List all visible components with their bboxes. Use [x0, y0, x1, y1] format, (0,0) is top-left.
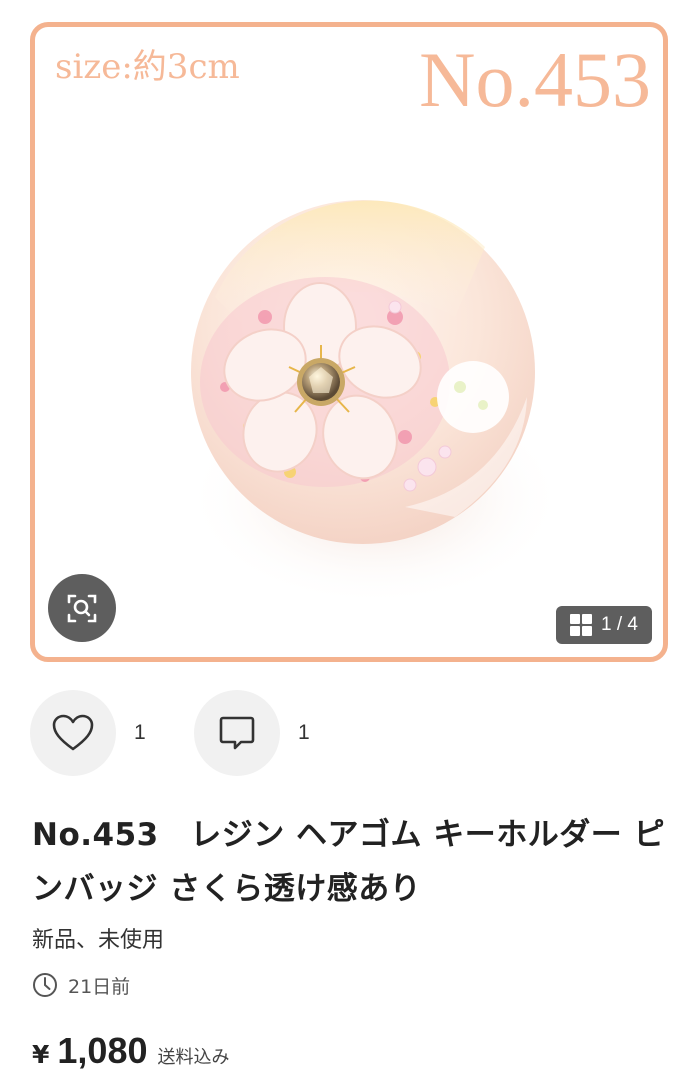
- comment-icon: [219, 716, 255, 750]
- price-value: 1,080: [57, 1030, 148, 1071]
- like-button[interactable]: [30, 690, 116, 776]
- zoom-scan-icon: [67, 594, 97, 623]
- product-title: No.453 レジン ヘアゴム キーホルダー ピンバッジ さくら透け感あり: [32, 817, 666, 907]
- comment-count: 1: [298, 721, 310, 744]
- zoom-button[interactable]: [48, 574, 116, 642]
- image-counter-badge[interactable]: 1 / 4: [556, 606, 652, 644]
- comment-button[interactable]: [194, 690, 280, 776]
- price-row: ¥ 1,080 送料込み: [32, 1030, 230, 1072]
- posted-time: 21日前: [32, 970, 130, 1000]
- engagement-actions: 1 1: [30, 690, 322, 776]
- size-label: size:約3cm: [55, 47, 240, 87]
- currency-symbol: ¥: [32, 1040, 50, 1069]
- heart-icon: [52, 714, 94, 751]
- product-image-area: size:約3cm No.453 1 / 4: [0, 0, 692, 666]
- item-number-label: No.453: [419, 36, 651, 123]
- posted-time-text: 21日前: [68, 975, 131, 998]
- image-counter-text: 1 / 4: [601, 614, 638, 635]
- like-count: 1: [134, 721, 146, 744]
- shipping-note: 送料込み: [157, 1047, 230, 1068]
- resin-flower-photo: [185, 200, 565, 607]
- product-photo[interactable]: size:約3cm No.453: [30, 22, 668, 662]
- grid-icon: [570, 614, 592, 636]
- clock-icon: [33, 973, 57, 997]
- item-condition: 新品、未使用: [32, 928, 165, 953]
